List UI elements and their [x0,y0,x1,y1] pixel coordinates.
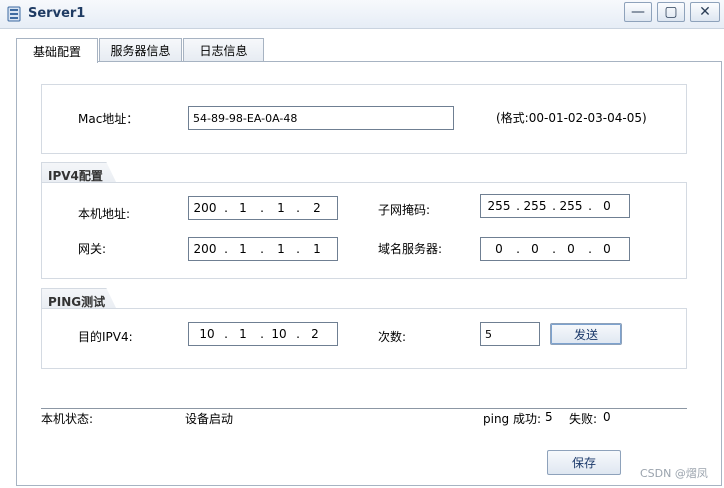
ip-dot: . [588,242,592,256]
ping-target-label: 目的IPV4: [78,330,133,344]
ip-octet: 10 [271,327,287,341]
ip-octet: 1 [277,201,285,215]
ip-dot: . [260,201,264,215]
basic-config-panel: Mac地址： (格式:00-01-02-03-04-05) IPV4配置 本机地… [16,61,722,486]
ip-dot: . [552,199,556,213]
ip-dot: . [516,199,520,213]
close-icon: ✕ [699,4,711,20]
ip-octet: 0 [603,242,611,256]
ping-group-title: PING测试 [41,288,117,310]
ip-dot: . [296,201,300,215]
ip-octet: 2 [313,201,321,215]
device-status-value: 设备启动 [185,412,234,426]
device-status-label: 本机状态: [41,412,94,426]
ipv4-group-title: IPV4配置 [41,162,117,184]
subnet-mask-label: 子网掩码: [378,203,431,217]
ip-octet: 0 [567,242,575,256]
ip-octet: 255 [559,199,583,213]
minimize-icon: — [631,4,645,20]
watermark-text: CSDN @熠凤 [640,467,708,480]
ip-dot: . [224,327,228,341]
ip-octet: 0 [531,242,539,256]
dns-server-input[interactable]: 0 . 0 . 0 . 0 [480,237,630,261]
maximize-button[interactable]: ▢ [657,2,685,22]
mac-label: Mac地址： [78,112,139,126]
tab-label: 服务器信息 [110,44,171,58]
tab-server-info[interactable]: 服务器信息 [99,38,182,62]
save-button[interactable]: 保存 [547,450,621,475]
gateway-input[interactable]: 200 . 1 . 1 . 1 [188,237,338,261]
local-ip-input[interactable]: 200 . 1 . 1 . 2 [188,196,338,220]
ping-section: 目的IPV4: 10 . 1 . 10 . 2 次数: 发送 [41,308,687,369]
ip-octet: 1 [239,201,247,215]
close-button[interactable]: ✕ [690,2,720,22]
ipv4-section: 本机地址: 200 . 1 . 1 . 2 子网掩码: 255 . 255 . … [41,182,687,279]
title-bar: Server1 — ▢ ✕ [0,0,724,29]
ip-octet: 1 [313,242,321,256]
ip-octet: 255 [487,199,511,213]
window-content: 基础配置 服务器信息 日志信息 Mac地址： (格式:00-01-02-03-0… [0,29,724,488]
ip-octet: 200 [193,201,217,215]
ip-dot: . [260,242,264,256]
ip-dot: . [224,201,228,215]
tab-label: 基础配置 [32,44,81,59]
tab-label: 日志信息 [199,44,248,58]
ip-octet: 2 [311,327,319,341]
ip-octet: 1 [239,327,247,341]
mac-section: Mac地址： (格式:00-01-02-03-04-05) [41,84,687,154]
ip-dot: . [296,242,300,256]
mac-address-field[interactable] [188,106,454,130]
ip-octet: 1 [239,242,247,256]
ping-fail-label: 失败: [569,412,598,426]
ip-octet: 10 [199,327,215,341]
send-button-label: 发送 [573,327,598,342]
ip-dot: . [224,242,228,256]
ping-count-input[interactable] [480,322,540,346]
gateway-label: 网关: [78,242,107,256]
dns-label: 域名服务器: [378,242,443,256]
tab-basic-config[interactable]: 基础配置 [16,38,98,63]
server-app-icon [7,6,21,22]
ip-octet: 0 [495,242,503,256]
ip-dot: . [260,327,264,341]
minimize-button[interactable]: — [624,2,652,22]
save-button-label: 保存 [571,456,596,470]
ip-dot: . [552,242,556,256]
window-title: Server1 [28,6,86,21]
subnet-mask-input[interactable]: 255 . 255 . 255 . 0 [480,194,630,218]
ping-target-input[interactable]: 10 . 1 . 10 . 2 [188,322,338,346]
ping-count-label: 次数: [378,330,407,344]
ping-success-label: ping 成功: [483,412,542,426]
tab-log-info[interactable]: 日志信息 [183,38,264,62]
send-button[interactable]: 发送 [550,323,622,345]
ping-success-count: 5 [545,410,553,424]
maximize-icon: ▢ [664,4,678,20]
ping-fail-count: 0 [603,410,611,424]
mac-format-hint: (格式:00-01-02-03-04-05) [496,111,647,125]
local-ip-label: 本机地址: [78,207,131,221]
ip-octet: 1 [277,242,285,256]
ip-octet: 200 [193,242,217,256]
ip-octet: 255 [523,199,547,213]
status-divider [41,408,687,409]
ip-dot: . [296,327,300,341]
ip-dot: . [588,199,592,213]
ip-dot: . [516,242,520,256]
ip-octet: 0 [603,199,611,213]
